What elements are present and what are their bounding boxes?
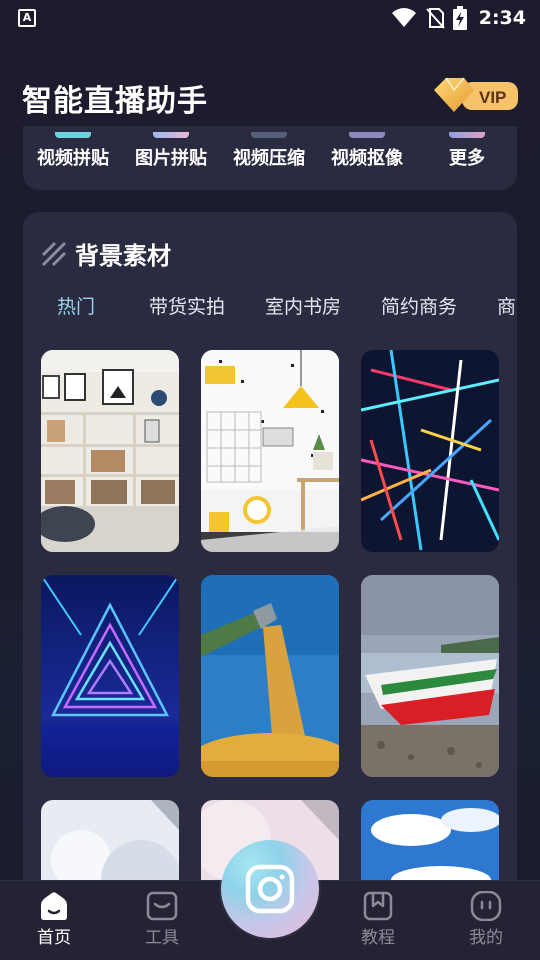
thumbnail-neon-triangle[interactable] [41, 575, 179, 777]
tab-simple-business[interactable]: 简约商务 [381, 292, 457, 319]
more-icon [449, 132, 485, 138]
wifi-icon [391, 8, 416, 27]
bookmark-book-icon [363, 891, 393, 921]
no-sim-icon [425, 8, 445, 29]
status-bar: A 2:34 [0, 0, 540, 36]
category-tabs: 热门 带货实拍 室内书房 简约商务 商 [23, 292, 517, 328]
vip-badge-button[interactable]: VIP [432, 74, 520, 114]
tool-image-collage[interactable]: 图片拼贴 [123, 132, 219, 170]
shelf-room-image [41, 350, 179, 552]
nav-tutorial-label: 教程 [361, 928, 395, 948]
tab-live-selling[interactable]: 带货实拍 [149, 292, 225, 319]
camera-icon [245, 864, 295, 914]
grain-harvest-image [201, 575, 339, 777]
nav-mine-label: 我的 [469, 928, 503, 948]
nav-home-label: 首页 [37, 928, 71, 948]
home-icon [41, 892, 67, 920]
video-collage-icon [55, 132, 91, 138]
boat-shore-image [361, 575, 499, 777]
tool-more[interactable]: 更多 [419, 132, 515, 170]
tool-label: 图片拼贴 [135, 148, 207, 169]
nav-mine[interactable]: 我的 [446, 891, 526, 948]
thumbnail-neon-lines[interactable] [361, 350, 499, 552]
section-title: 背景素材 [75, 242, 171, 270]
battery-charging-icon [452, 6, 467, 30]
thumbnail-boat-shore[interactable] [361, 575, 499, 777]
notification-app-icon: A [18, 9, 36, 27]
tab-more-cut[interactable]: 商 [497, 292, 516, 319]
thumbnail-lamp-room[interactable] [201, 350, 339, 552]
toolbox-icon [146, 891, 178, 921]
tool-video-compress[interactable]: 视频压缩 [221, 132, 317, 170]
yellow-lamp-room-image [201, 350, 339, 552]
tool-label: 更多 [449, 148, 485, 169]
thumbnail-shelf-room[interactable] [41, 350, 179, 552]
neon-triangle-image [41, 575, 179, 777]
background-material-card: 背景素材 热门 带货实拍 室内书房 简约商务 商 [23, 212, 517, 912]
diagonal-stripes-icon [41, 241, 67, 266]
nav-tools[interactable]: 工具 [122, 891, 202, 948]
page-title: 智能直播助手 [22, 84, 208, 119]
tool-label: 视频抠像 [331, 148, 403, 169]
tab-indoor-study[interactable]: 室内书房 [265, 292, 341, 319]
tool-video-collage[interactable]: 视频拼贴 [25, 132, 121, 170]
status-time: 2:34 [478, 7, 526, 29]
camera-button[interactable] [221, 840, 319, 938]
tool-video-matting[interactable]: 视频抠像 [319, 132, 415, 170]
nav-tutorial[interactable]: 教程 [338, 891, 418, 948]
vip-label: VIP [479, 88, 506, 107]
nav-home[interactable]: 首页 [14, 891, 94, 948]
nav-tools-label: 工具 [145, 928, 179, 948]
image-collage-icon [153, 132, 189, 138]
profile-face-icon [470, 891, 502, 921]
tool-label: 视频压缩 [233, 148, 305, 169]
tools-card: 视频拼贴 图片拼贴 视频压缩 视频抠像 更多 [23, 126, 517, 190]
video-matting-icon [349, 132, 385, 138]
tab-hot[interactable]: 热门 [57, 292, 95, 319]
neon-lines-image [361, 350, 499, 552]
section-header: 背景素材 [41, 236, 171, 271]
tool-label: 视频拼贴 [37, 148, 109, 169]
video-compress-icon [251, 132, 287, 138]
thumbnail-grain-harvest[interactable] [201, 575, 339, 777]
